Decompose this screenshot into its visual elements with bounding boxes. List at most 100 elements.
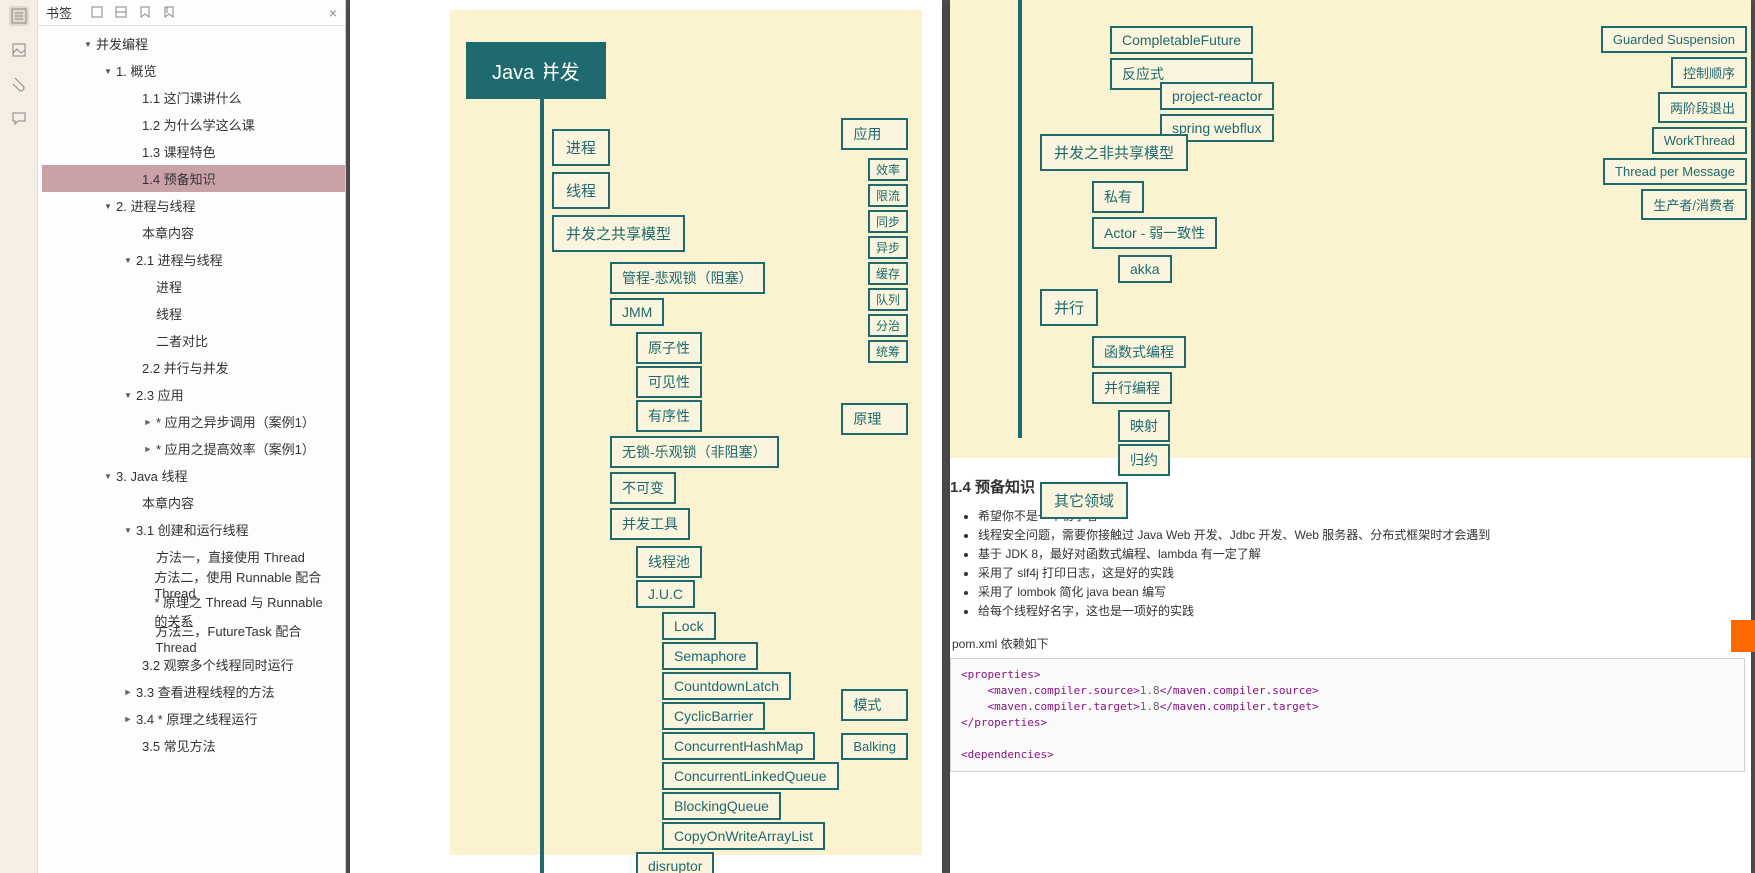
caret-icon[interactable] bbox=[102, 66, 114, 76]
mindmap-node: 可见性 bbox=[636, 366, 702, 398]
bookmark-item[interactable]: 线程 bbox=[42, 300, 345, 327]
bookmark-label: 方法三，FutureTask 配合 Thread bbox=[153, 621, 337, 655]
caret-icon[interactable] bbox=[122, 390, 134, 400]
bookmark-item[interactable]: 二者对比 bbox=[42, 327, 345, 354]
mindmap-sidecol: 应用 效率限流同步异步缓存队列分治统筹 原理 模式 Balking bbox=[841, 118, 908, 760]
caret-icon[interactable] bbox=[82, 39, 94, 49]
mindmap-node: J.U.C bbox=[636, 580, 695, 608]
bookmark-tool-3[interactable] bbox=[138, 5, 154, 21]
caret-icon[interactable] bbox=[142, 444, 154, 454]
code-caption: pom.xml 依赖如下 bbox=[952, 635, 1745, 652]
bullet-item: 采用了 slf4j 打印日志，这是好的实践 bbox=[978, 564, 1745, 581]
bookmark-label: 1.1 这门课讲什么 bbox=[140, 88, 242, 107]
mindmap-node: BlockingQueue bbox=[662, 792, 781, 820]
mindmap-node: 两阶段退出 bbox=[1658, 92, 1747, 123]
bookmark-item[interactable]: 1. 概览 bbox=[42, 57, 345, 84]
code-block: <properties> <maven.compiler.source>1.8<… bbox=[950, 658, 1745, 772]
mindmap-node: 队列 bbox=[868, 288, 908, 311]
bookmark-tool-1[interactable] bbox=[90, 5, 106, 21]
mindmap-node: 生产者/消费者 bbox=[1641, 189, 1747, 220]
mindmap-node: 同步 bbox=[868, 210, 908, 233]
mindmap-node: WorkThread bbox=[1652, 127, 1747, 154]
bookmark-item[interactable]: 方法三，FutureTask 配合 Thread bbox=[42, 624, 345, 651]
bookmark-item[interactable]: 2.2 并行与并发 bbox=[42, 354, 345, 381]
mindmap-node: 其它领域 bbox=[1040, 482, 1128, 519]
mindmap-node: CyclicBarrier bbox=[662, 702, 765, 730]
bookmark-item[interactable]: 1.3 课程特色 bbox=[42, 138, 345, 165]
mindmap-right: Guarded Suspension控制顺序两阶段退出WorkThreadThr… bbox=[950, 0, 1751, 458]
bookmark-item[interactable]: 并发编程 bbox=[42, 30, 345, 57]
mindmap-node: 有序性 bbox=[636, 400, 702, 432]
caret-icon[interactable] bbox=[142, 417, 154, 427]
bookmark-tree[interactable]: 并发编程1. 概览 1.1 这门课讲什么 1.2 为什么学这么课 1.3 课程特色 1.… bbox=[38, 26, 345, 873]
thumbnail-icon[interactable] bbox=[9, 40, 29, 60]
comment-icon[interactable] bbox=[9, 108, 29, 128]
mindmap-node: akka bbox=[1118, 255, 1172, 283]
bookmark-item[interactable]: 本章内容 bbox=[42, 219, 345, 246]
bookmark-tool-4[interactable] bbox=[162, 5, 178, 21]
mindmap-node: 进程 bbox=[552, 129, 610, 166]
node-balking: Balking bbox=[841, 733, 908, 760]
bookmark-label: 3.3 查看进程线程的方法 bbox=[134, 682, 275, 701]
node-yuanli: 原理 bbox=[841, 403, 908, 435]
bookmark-item[interactable]: 3.5 常见方法 bbox=[42, 732, 345, 759]
bookmark-label: 本章内容 bbox=[140, 493, 194, 512]
mindmap-node: 效率 bbox=[868, 158, 908, 181]
mindmap-root: Java 并发 bbox=[466, 42, 606, 99]
bookmark-label: 2. 进程与线程 bbox=[114, 196, 195, 215]
mindmap-node: 线程 bbox=[552, 172, 610, 209]
node-moshi: 模式 bbox=[841, 689, 908, 721]
bookmark-label: 2.2 并行与并发 bbox=[140, 358, 229, 377]
caret-icon[interactable] bbox=[122, 255, 134, 265]
caret-icon[interactable] bbox=[122, 525, 134, 535]
bookmark-item[interactable]: 本章内容 bbox=[42, 489, 345, 516]
bookmark-item[interactable]: 3.3 查看进程线程的方法 bbox=[42, 678, 345, 705]
bookmark-item[interactable]: 1.4 预备知识 bbox=[42, 165, 345, 192]
bookmark-item[interactable]: 3.2 观察多个线程同时运行 bbox=[42, 651, 345, 678]
mindmap-node: project-reactor bbox=[1160, 82, 1274, 110]
attachment-icon[interactable] bbox=[9, 74, 29, 94]
caret-icon[interactable] bbox=[102, 201, 114, 211]
bookmark-item[interactable]: 2.1 进程与线程 bbox=[42, 246, 345, 273]
bookmark-label: 3.5 常见方法 bbox=[140, 736, 216, 755]
bookmark-item[interactable]: 2.3 应用 bbox=[42, 381, 345, 408]
mindmap-right-col: Guarded Suspension控制顺序两阶段退出WorkThreadThr… bbox=[1601, 26, 1747, 220]
bookmark-panel: 书签 × 并发编程1. 概览 1.1 这门课讲什么 1.2 为什么学这么课 1.3 课… bbox=[38, 0, 346, 873]
mindmap-node: 线程池 bbox=[636, 546, 702, 578]
mindmap-node: 统筹 bbox=[868, 340, 908, 363]
bookmark-tool-2[interactable] bbox=[114, 5, 130, 21]
mindmap-node: ConcurrentHashMap bbox=[662, 732, 815, 760]
bookmark-label: 1.2 为什么学这么课 bbox=[140, 115, 255, 134]
bookmark-item[interactable]: 3. Java 线程 bbox=[42, 462, 345, 489]
bookmark-item[interactable]: 1.2 为什么学这么课 bbox=[42, 111, 345, 138]
bookmark-tools bbox=[90, 5, 178, 21]
bookmark-label: 线程 bbox=[154, 304, 182, 323]
outline-icon[interactable] bbox=[9, 6, 29, 26]
mindmap-node: 并发之非共享模型 bbox=[1040, 134, 1188, 171]
caret-icon[interactable] bbox=[122, 714, 134, 724]
close-icon[interactable]: × bbox=[329, 5, 337, 21]
mindmap-node: 控制顺序 bbox=[1671, 57, 1747, 88]
bookmark-item[interactable]: 3.4 * 原理之线程运行 bbox=[42, 705, 345, 732]
bullet-item: 给每个线程好名字，这也是一项好的实践 bbox=[978, 602, 1745, 619]
caret-icon[interactable] bbox=[102, 471, 114, 481]
bookmark-item[interactable]: 3.1 创建和运行线程 bbox=[42, 516, 345, 543]
mindmap-node: Thread per Message bbox=[1603, 158, 1747, 185]
mindmap-left: Java 并发 进程线程并发之共享模型管程-悲观锁（阻塞）JMM原子性可见性有序… bbox=[450, 10, 922, 855]
document-area[interactable]: Java 并发 进程线程并发之共享模型管程-悲观锁（阻塞）JMM原子性可见性有序… bbox=[346, 0, 1755, 873]
bookmark-item[interactable]: * 应用之异步调用（案例1） bbox=[42, 408, 345, 435]
mindmap-node: 不可变 bbox=[610, 472, 676, 504]
mindmap-node: CopyOnWriteArrayList bbox=[662, 822, 825, 850]
bookmark-header: 书签 × bbox=[38, 0, 345, 26]
caret-icon[interactable] bbox=[122, 687, 134, 697]
bookmark-item[interactable]: 1.1 这门课讲什么 bbox=[42, 84, 345, 111]
bookmark-item[interactable]: 进程 bbox=[42, 273, 345, 300]
bookmark-label: 1.3 课程特色 bbox=[140, 142, 216, 161]
mindmap-p2-branches: 并发之非共享模型私有Actor - 弱一致性akka并行函数式编程并行编程映射归… bbox=[1040, 134, 1217, 519]
bookmark-label: 3. Java 线程 bbox=[114, 466, 188, 485]
mindmap-node: 并行 bbox=[1040, 289, 1098, 326]
bookmark-item[interactable]: * 应用之提高效率（案例1） bbox=[42, 435, 345, 462]
mindmap-node: 函数式编程 bbox=[1092, 336, 1186, 368]
mindmap-node: 管程-悲观锁（阻塞） bbox=[610, 262, 765, 294]
bookmark-item[interactable]: 2. 进程与线程 bbox=[42, 192, 345, 219]
